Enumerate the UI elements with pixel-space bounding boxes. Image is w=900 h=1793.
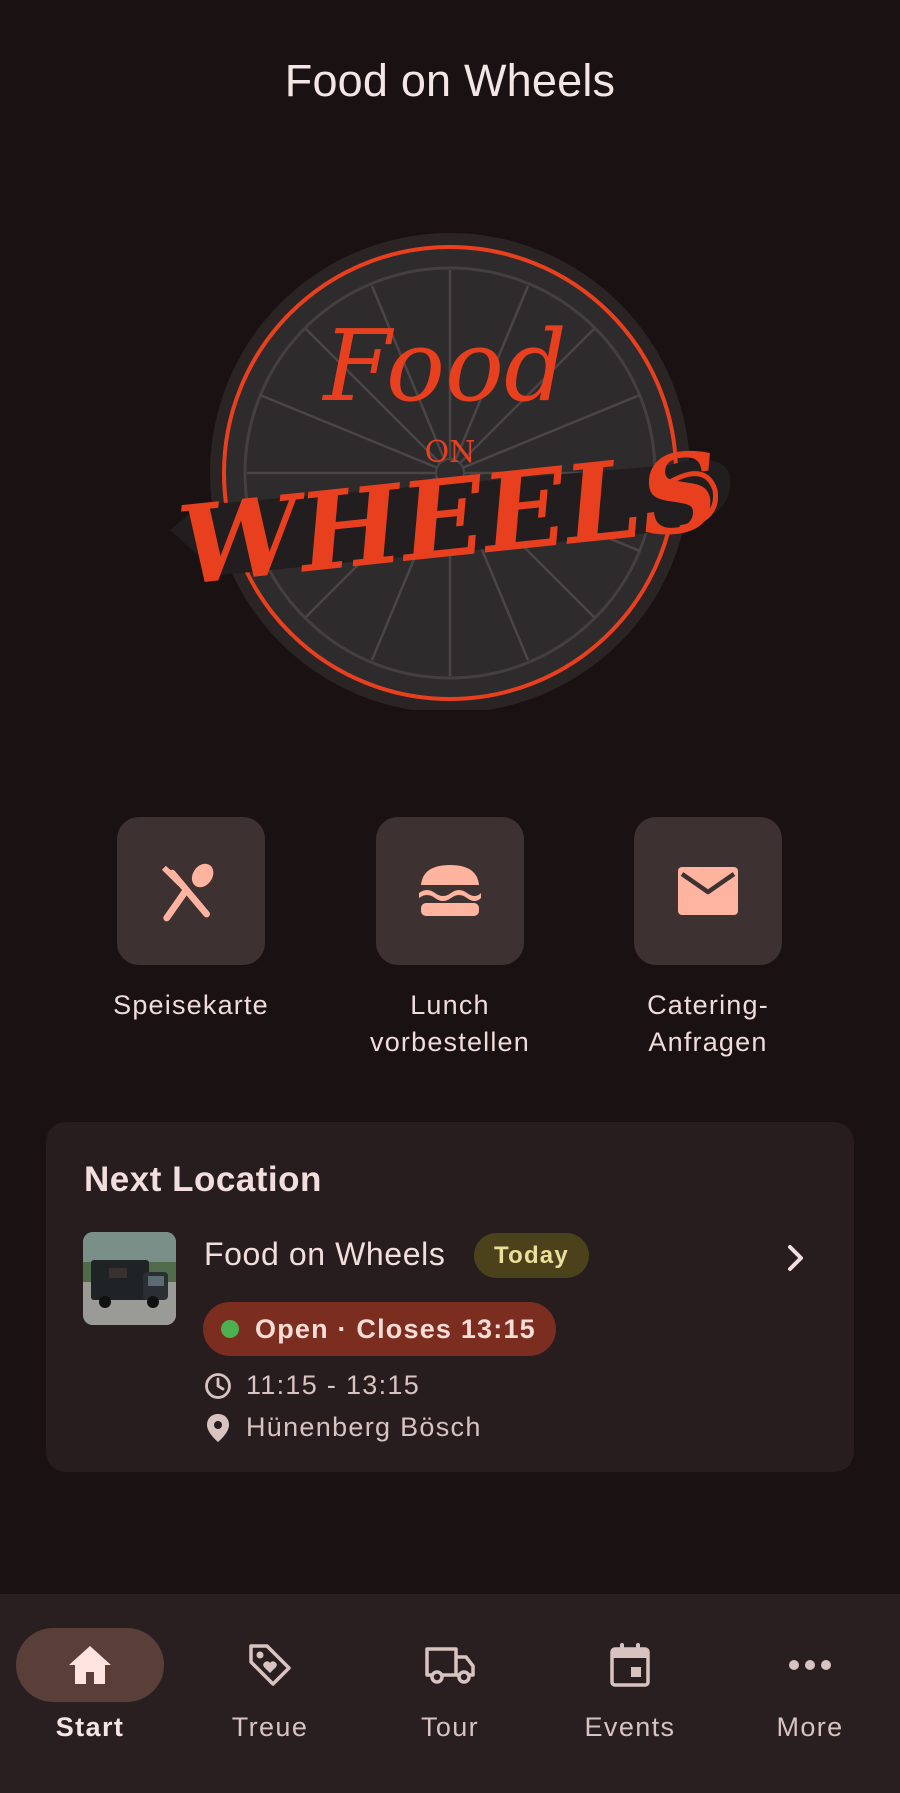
hours-text: 11:15 - 13:15 — [246, 1370, 421, 1400]
nav-active-indicator[interactable] — [16, 1628, 164, 1702]
catering-request-action-label: Catering- Anfragen — [647, 990, 769, 1057]
mail-icon — [678, 867, 738, 915]
nav-icon-wrap-more[interactable] — [736, 1628, 884, 1702]
nav-label-start: Start — [55, 1712, 125, 1742]
nav-icon-wrap-tour[interactable] — [376, 1628, 524, 1702]
bottom-navigation: Start Treue Tour Events More — [0, 1594, 900, 1793]
preorder-lunch-action-label: Lunch vorbestellen — [370, 990, 530, 1057]
burger-icon — [419, 865, 481, 916]
food-truck-thumbnail — [83, 1232, 176, 1325]
menu-action[interactable]: Speisekarte — [91, 817, 291, 1024]
address-row: Hünenberg Bösch — [204, 1412, 482, 1443]
location-name: Food on Wheels — [204, 1236, 446, 1272]
quick-actions: Speisekarte Lunch vorbestellen Catering-… — [0, 817, 900, 1057]
status-badge: Open · Closes 13:15 — [203, 1302, 556, 1356]
status-text: Open · Closes 13:15 — [255, 1313, 536, 1344]
nav-label-more: More — [776, 1712, 844, 1742]
nav-item-events[interactable]: Events — [540, 1594, 720, 1793]
nav-icon-wrap-treue[interactable] — [196, 1628, 344, 1702]
food-on-wheels-logo: Food ON WHEELS — [160, 230, 740, 713]
menu-action-tile[interactable] — [117, 817, 265, 965]
catering-request-action-tile[interactable] — [634, 817, 782, 965]
nav-icon-wrap-events[interactable] — [556, 1628, 704, 1702]
preorder-lunch-action-tile[interactable] — [376, 817, 524, 965]
nav-label-tour: Tour — [420, 1712, 480, 1742]
today-badge: Today — [474, 1233, 589, 1278]
menu-action-label: Speisekarte — [113, 990, 269, 1020]
calendar-icon — [610, 1643, 650, 1687]
logo-food-text: Food — [321, 310, 566, 424]
nav-label-events: Events — [584, 1712, 676, 1742]
nav-label-treue: Treue — [231, 1712, 309, 1742]
status-dot — [221, 1320, 239, 1338]
nav-item-start[interactable]: Start — [0, 1594, 180, 1793]
hours-row: 11:15 - 13:15 — [204, 1370, 420, 1401]
nav-item-tour[interactable]: Tour — [360, 1594, 540, 1793]
page-title: Food on Wheels — [284, 55, 616, 106]
preorder-lunch-action[interactable]: Lunch vorbestellen — [350, 817, 550, 1061]
nav-item-more[interactable]: More — [720, 1594, 900, 1793]
more-icon — [789, 1660, 831, 1670]
chevron-right-icon[interactable] — [776, 1238, 816, 1278]
next-location-card[interactable]: Next Location Food on Wheels Today Open … — [46, 1122, 854, 1472]
address-text: Hünenberg Bösch — [246, 1412, 482, 1442]
card-title: Next Location — [84, 1160, 322, 1199]
catering-request-action[interactable]: Catering- Anfragen — [608, 817, 808, 1061]
truck-icon — [425, 1647, 475, 1684]
tag-icon — [249, 1644, 291, 1686]
clock-icon — [205, 1372, 231, 1399]
nav-item-treue[interactable]: Treue — [180, 1594, 360, 1793]
utensils-icon — [161, 863, 214, 922]
location-pin-icon — [207, 1413, 229, 1442]
home-icon — [69, 1646, 111, 1684]
